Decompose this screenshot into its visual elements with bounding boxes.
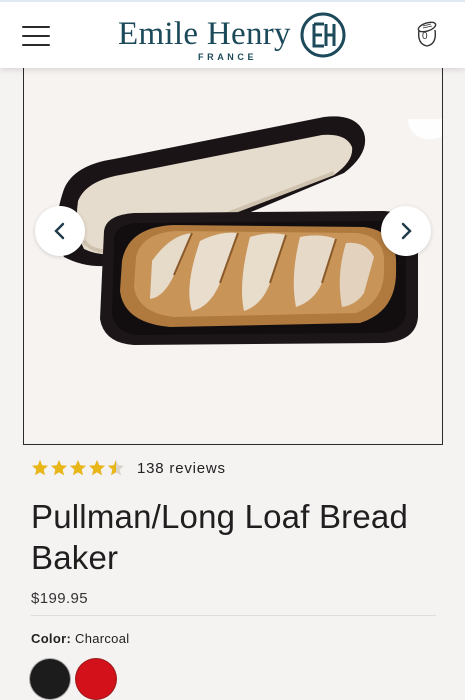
brand-monogram-icon (300, 12, 346, 58)
brand-name: Emile Henry (118, 16, 291, 52)
hamburger-menu-icon[interactable] (22, 26, 50, 46)
product-price: $199.95 (31, 590, 89, 607)
product-gallery[interactable] (23, 60, 443, 445)
chevron-right-icon (401, 222, 412, 240)
cart-button[interactable]: 0 (411, 18, 443, 50)
color-swatch-charcoal[interactable] (30, 659, 70, 699)
gallery-next-button[interactable] (381, 206, 431, 256)
gallery-prev-button[interactable] (35, 206, 85, 256)
product-rating[interactable]: 138 reviews (31, 457, 226, 479)
star-icon (108, 460, 124, 476)
chevron-left-icon (54, 222, 65, 240)
cart-count: 0 (422, 31, 428, 42)
brand-logo[interactable]: Emile Henry FRANCE (118, 10, 350, 64)
star-icon (70, 460, 86, 476)
star-icon (32, 460, 48, 476)
color-swatch-red[interactable] (76, 659, 116, 699)
divider (31, 615, 436, 616)
color-selector-label: Color: Charcoal (31, 631, 129, 646)
site-header: Emile Henry FRANCE 0 (0, 0, 465, 68)
star-rating (31, 459, 125, 477)
star-icon (89, 460, 105, 476)
brand-subtitle: FRANCE (198, 52, 258, 62)
product-image (57, 116, 418, 345)
star-icon (51, 460, 67, 476)
color-value: Charcoal (75, 631, 130, 646)
color-label: Color: (31, 631, 72, 646)
product-title: Pullman/Long Loaf Bread Baker (31, 498, 409, 576)
reviews-link[interactable]: 138 reviews (137, 460, 226, 477)
